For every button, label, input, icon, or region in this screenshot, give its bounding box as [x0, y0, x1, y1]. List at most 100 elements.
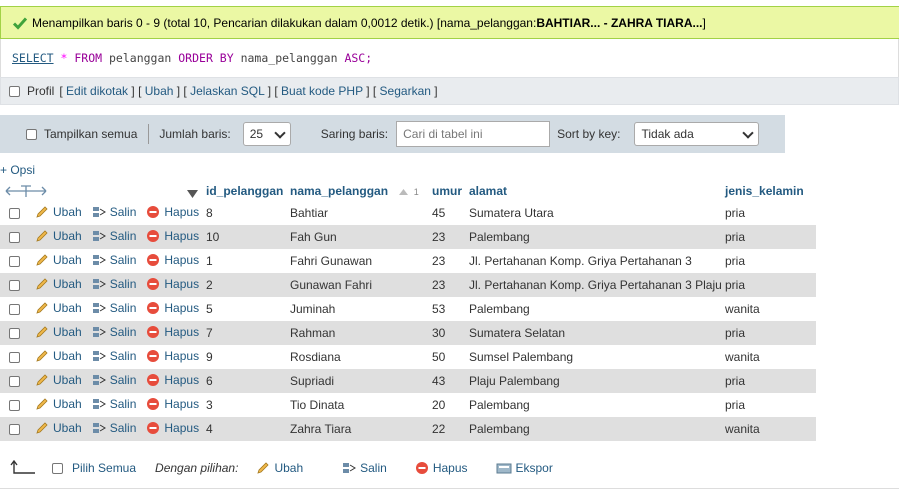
- profil-checkbox[interactable]: [9, 85, 20, 97]
- table-row[interactable]: Ubah Salin Hapus 6 Supriadi 43 Plaju Palembang…: [0, 369, 816, 393]
- row-checkbox[interactable]: [9, 424, 20, 436]
- cell-id[interactable]: 9: [202, 345, 286, 369]
- copy-row-button[interactable]: Salin: [92, 349, 136, 363]
- cell-id[interactable]: 3: [202, 393, 286, 417]
- cell-alamat[interactable]: Palembang: [465, 225, 721, 249]
- export-button[interactable]: Ekspor: [496, 461, 553, 475]
- cell-umur[interactable]: 20: [428, 393, 465, 417]
- cell-umur[interactable]: 30: [428, 321, 465, 345]
- cell-jenis-kelamin[interactable]: pria: [721, 201, 816, 225]
- cell-nama[interactable]: Juminah: [286, 297, 428, 321]
- edit-row-button[interactable]: Ubah: [35, 349, 82, 363]
- column-resize-header[interactable]: [0, 180, 202, 201]
- rows-select[interactable]: 25: [242, 122, 291, 146]
- row-checkbox[interactable]: [9, 280, 20, 292]
- edit-link[interactable]: Ubah: [145, 84, 174, 98]
- row-checkbox[interactable]: [9, 304, 20, 316]
- cell-alamat[interactable]: Palembang: [465, 417, 721, 441]
- cell-umur[interactable]: 53: [428, 297, 465, 321]
- column-arrows-icon[interactable]: [4, 184, 48, 198]
- cell-nama[interactable]: Rahman: [286, 321, 428, 345]
- column-header-alamat[interactable]: alamat: [465, 180, 721, 201]
- edit-row-button[interactable]: Ubah: [35, 325, 82, 339]
- copy-row-button[interactable]: Salin: [92, 421, 136, 435]
- cell-id[interactable]: 7: [202, 321, 286, 345]
- cell-nama[interactable]: Bahtiar: [286, 201, 428, 225]
- bulk-delete-button[interactable]: Hapus: [415, 461, 468, 475]
- column-header-jk[interactable]: jenis_kelamin: [721, 180, 816, 201]
- table-row[interactable]: Ubah Salin Hapus 5 Juminah 53 Palembang wanita: [0, 297, 816, 321]
- select-all-label[interactable]: Pilih Semua: [72, 461, 136, 475]
- cell-alamat[interactable]: Palembang: [465, 297, 721, 321]
- delete-row-button[interactable]: Hapus: [146, 349, 199, 363]
- cell-nama[interactable]: Supriadi: [286, 369, 428, 393]
- edit-row-button[interactable]: Ubah: [35, 205, 82, 219]
- cell-id[interactable]: 8: [202, 201, 286, 225]
- table-row[interactable]: Ubah Salin Hapus 9 Rosdiana 50 Sumsel Palemban…: [0, 345, 816, 369]
- copy-row-button[interactable]: Salin: [92, 301, 136, 315]
- delete-row-button[interactable]: Hapus: [146, 421, 199, 435]
- row-checkbox[interactable]: [9, 208, 20, 220]
- cell-id[interactable]: 1: [202, 249, 286, 273]
- cell-jenis-kelamin[interactable]: pria: [721, 249, 816, 273]
- cell-jenis-kelamin[interactable]: pria: [721, 273, 816, 297]
- show-all-checkbox[interactable]: [26, 128, 37, 140]
- delete-row-button[interactable]: Hapus: [146, 229, 199, 243]
- cell-alamat[interactable]: Jl. Pertahanan Komp. Griya Pertahanan 3: [465, 249, 721, 273]
- copy-row-button[interactable]: Salin: [92, 253, 136, 267]
- cell-jenis-kelamin[interactable]: pria: [721, 321, 816, 345]
- table-row[interactable]: Ubah Salin Hapus 1 Fahri Gunawan 23 Jl. Pertah…: [0, 249, 816, 273]
- cell-umur[interactable]: 50: [428, 345, 465, 369]
- table-row[interactable]: Ubah Salin Hapus 10 Fah Gun 23 Palembang pria: [0, 225, 816, 249]
- copy-row-button[interactable]: Salin: [92, 397, 136, 411]
- column-header-id[interactable]: id_pelanggan: [202, 180, 286, 201]
- edit-row-button[interactable]: Ubah: [35, 229, 82, 243]
- cell-umur[interactable]: 23: [428, 225, 465, 249]
- filter-input[interactable]: Cari di tabel ini: [396, 121, 551, 147]
- cell-nama[interactable]: Fah Gun: [286, 225, 428, 249]
- copy-row-button[interactable]: Salin: [92, 325, 136, 339]
- cell-jenis-kelamin[interactable]: wanita: [721, 345, 816, 369]
- copy-row-button[interactable]: Salin: [92, 277, 136, 291]
- sort-select[interactable]: Tidak ada: [634, 122, 760, 146]
- copy-row-button[interactable]: Salin: [92, 205, 136, 219]
- row-checkbox[interactable]: [9, 376, 20, 388]
- delete-row-button[interactable]: Hapus: [146, 301, 199, 315]
- bulk-edit-button[interactable]: Ubah: [256, 461, 303, 475]
- row-checkbox[interactable]: [9, 400, 20, 412]
- cell-id[interactable]: 4: [202, 417, 286, 441]
- cell-id[interactable]: 10: [202, 225, 286, 249]
- cell-alamat[interactable]: Sumatera Utara: [465, 201, 721, 225]
- delete-row-button[interactable]: Hapus: [146, 277, 199, 291]
- explain-sql-link[interactable]: Jelaskan SQL: [190, 84, 264, 98]
- cell-jenis-kelamin[interactable]: pria: [721, 393, 816, 417]
- cell-nama[interactable]: Rosdiana: [286, 345, 428, 369]
- cell-jenis-kelamin[interactable]: wanita: [721, 297, 816, 321]
- cell-umur[interactable]: 22: [428, 417, 465, 441]
- cell-jenis-kelamin[interactable]: pria: [721, 225, 816, 249]
- cell-id[interactable]: 5: [202, 297, 286, 321]
- row-checkbox[interactable]: [9, 328, 20, 340]
- table-row[interactable]: Ubah Salin Hapus 3 Tio Dinata 20 Palembang pria: [0, 393, 816, 417]
- table-row[interactable]: Ubah Salin Hapus 7 Rahman 30 Sumatera Selatan p…: [0, 321, 816, 345]
- delete-row-button[interactable]: Hapus: [146, 325, 199, 339]
- cell-jenis-kelamin[interactable]: pria: [721, 369, 816, 393]
- table-row[interactable]: Ubah Salin Hapus 2 Gunawan Fahri 23 Jl. Pertah…: [0, 273, 816, 297]
- row-checkbox[interactable]: [9, 232, 20, 244]
- delete-row-button[interactable]: Hapus: [146, 205, 199, 219]
- cell-alamat[interactable]: Plaju Palembang: [465, 369, 721, 393]
- edit-row-button[interactable]: Ubah: [35, 421, 82, 435]
- cell-nama[interactable]: Zahra Tiara: [286, 417, 428, 441]
- cell-alamat[interactable]: Palembang: [465, 393, 721, 417]
- cell-alamat[interactable]: Jl. Pertahanan Komp. Griya Pertahanan 3 …: [465, 273, 721, 297]
- edit-row-button[interactable]: Ubah: [35, 373, 82, 387]
- copy-row-button[interactable]: Salin: [92, 373, 136, 387]
- cell-nama[interactable]: Tio Dinata: [286, 393, 428, 417]
- options-toggle[interactable]: + Opsi: [0, 163, 35, 177]
- edit-row-button[interactable]: Ubah: [35, 253, 82, 267]
- delete-row-button[interactable]: Hapus: [146, 397, 199, 411]
- column-header-umur[interactable]: umur: [428, 180, 465, 201]
- table-row[interactable]: Ubah Salin Hapus 8 Bahtiar 45 Sumatera Utara pr…: [0, 201, 816, 225]
- table-row[interactable]: Ubah Salin Hapus 4 Zahra Tiara 22 Palembang wan…: [0, 417, 816, 441]
- bulk-copy-button[interactable]: Salin: [342, 461, 387, 475]
